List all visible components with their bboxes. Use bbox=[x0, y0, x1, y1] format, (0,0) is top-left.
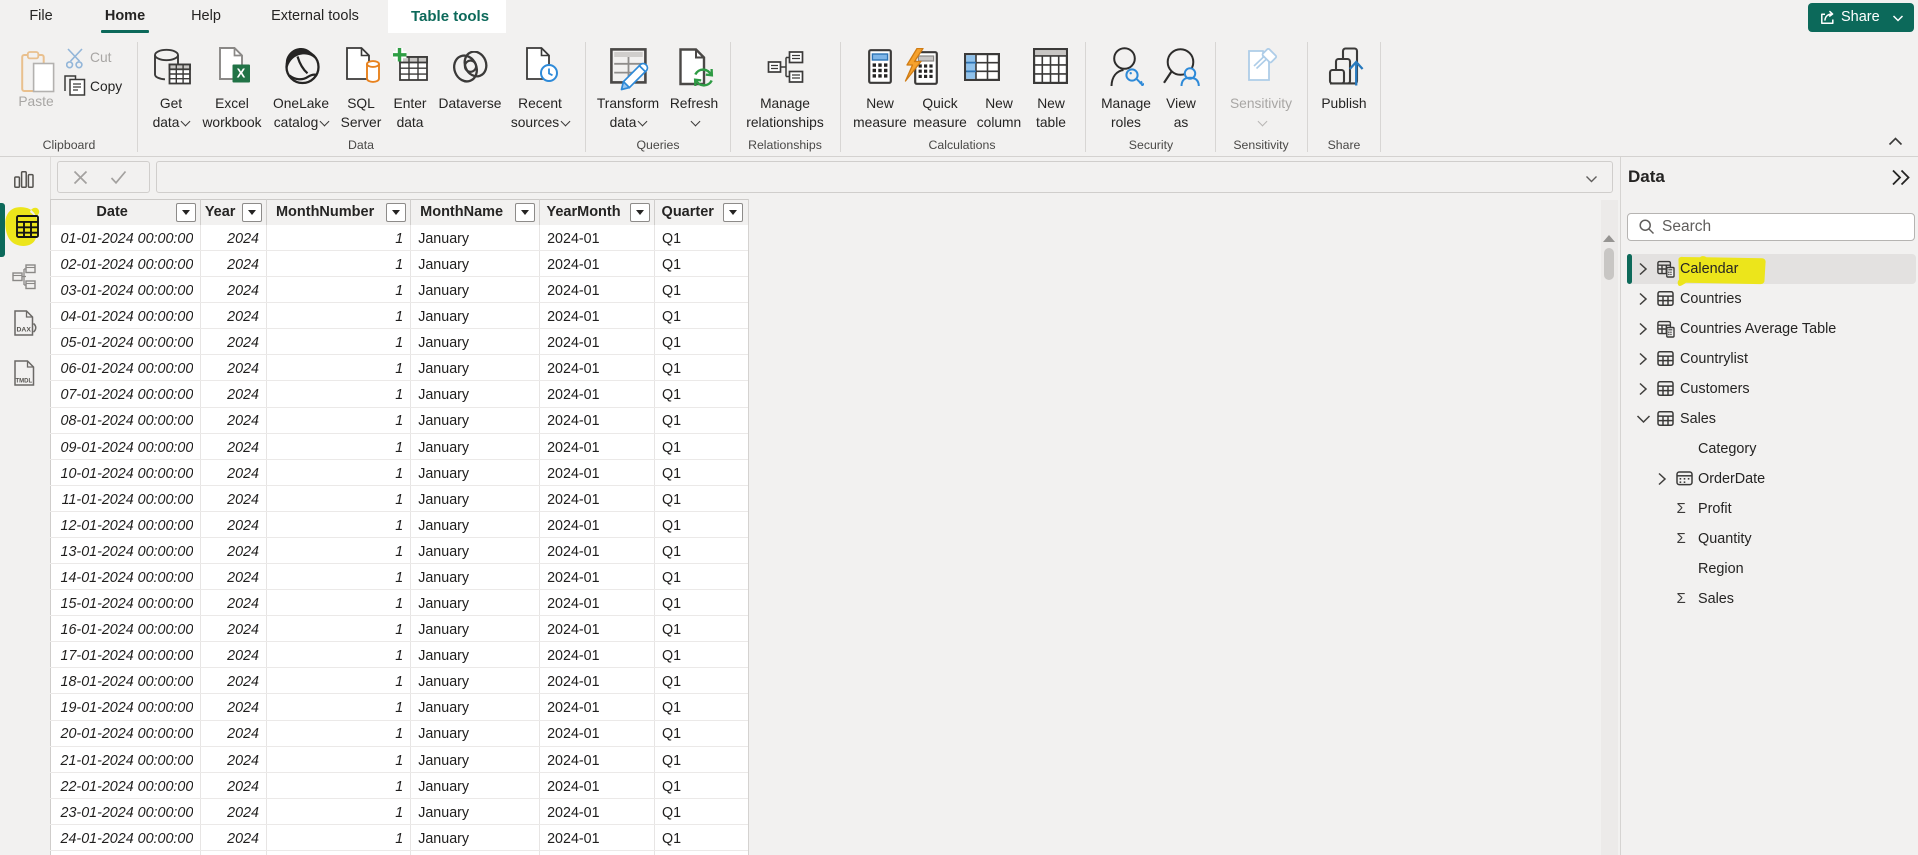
svg-text:TMDL: TMDL bbox=[16, 379, 33, 385]
svg-text:DAX: DAX bbox=[17, 327, 32, 334]
svg-text:X: X bbox=[237, 66, 246, 81]
